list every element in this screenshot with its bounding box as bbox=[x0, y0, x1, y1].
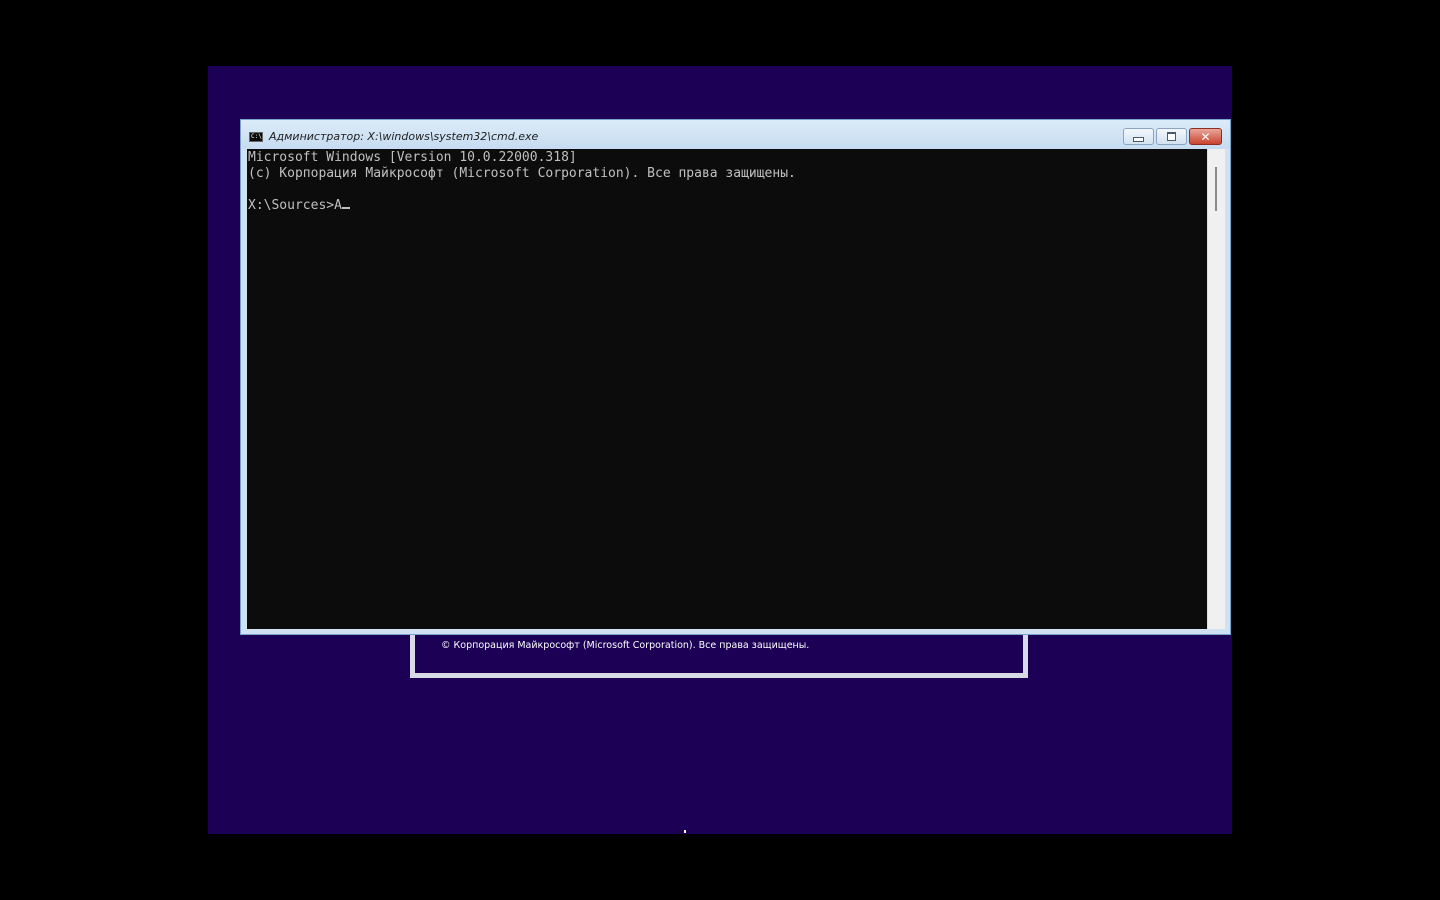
console-line-copyright: (c) Корпорация Майкрософт (Microsoft Cor… bbox=[248, 166, 796, 181]
command-input[interactable]: A bbox=[334, 198, 342, 213]
maximize-button[interactable] bbox=[1156, 128, 1187, 145]
cmd-icon[interactable]: C:\ bbox=[249, 132, 263, 142]
console-area[interactable]: Microsoft Windows [Version 10.0.22000.31… bbox=[247, 149, 1207, 629]
text-cursor bbox=[341, 207, 350, 209]
window-title: Администратор: X:\windows\system32\cmd.e… bbox=[269, 130, 539, 143]
command-prompt: X:\Sources> bbox=[248, 198, 335, 213]
title-bar[interactable]: C:\ Администратор: X:\windows\system32\c… bbox=[241, 120, 1230, 149]
close-icon: ✕ bbox=[1200, 129, 1211, 144]
vertical-scrollbar[interactable] bbox=[1208, 149, 1225, 629]
command-line[interactable]: X:\Sources>A bbox=[248, 198, 1207, 214]
maximize-icon bbox=[1167, 132, 1176, 141]
console-output: Microsoft Windows [Version 10.0.22000.31… bbox=[247, 149, 1207, 214]
cmd-icon-text: C:\ bbox=[251, 133, 262, 140]
console-line-version: Microsoft Windows [Version 10.0.22000.31… bbox=[248, 150, 577, 165]
minimize-button[interactable] bbox=[1123, 128, 1154, 145]
setup-copyright-text: © Корпорация Майкрософт (Microsoft Corpo… bbox=[441, 640, 810, 651]
mouse-pointer-icon bbox=[684, 830, 686, 833]
minimize-icon bbox=[1133, 136, 1144, 142]
close-button[interactable]: ✕ bbox=[1189, 128, 1222, 145]
scrollbar-thumb[interactable] bbox=[1215, 167, 1217, 211]
cmd-window[interactable]: C:\ Администратор: X:\windows\system32\c… bbox=[240, 119, 1231, 635]
